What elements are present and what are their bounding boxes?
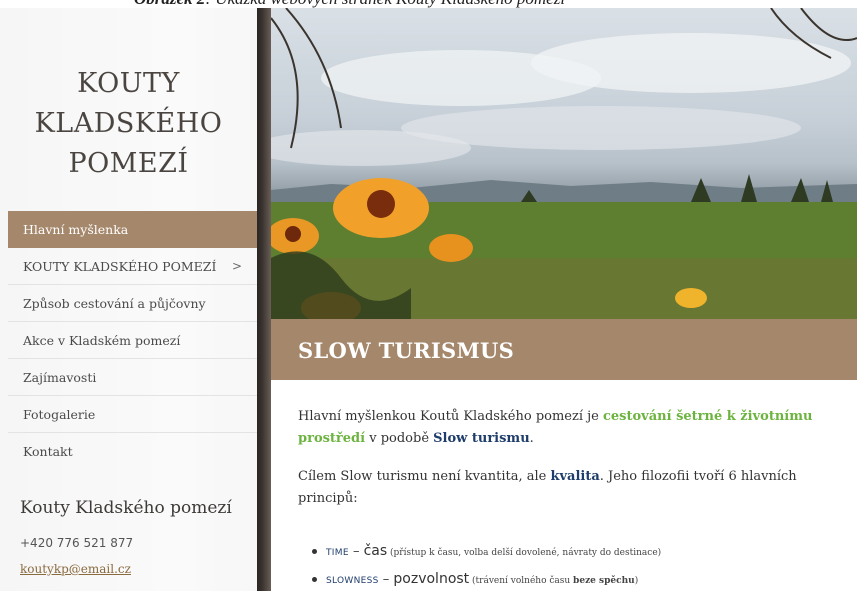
nav-item-fotogalerie[interactable]: Fotogalerie	[8, 396, 257, 433]
sidebar: KOUTY KLADSKÉHO POMEZÍ Hlavní myšlenka K…	[0, 8, 257, 591]
principle-keyword: SLOWNESS	[326, 576, 379, 586]
principle-item: SLOWNESS – pozvolnost (trávení volného č…	[280, 568, 857, 596]
main-nav: Hlavní myšlenka KOUTY KLADSKÉHO POMEZÍ >…	[8, 211, 257, 470]
nav-item-label: Kontakt	[23, 444, 73, 459]
contact-phone: +420 776 521 877	[20, 536, 134, 550]
site-title-line-1: KOUTY	[77, 68, 180, 99]
principle-note-bold: beze spěchu	[573, 576, 635, 586]
principle-dash: –	[378, 572, 394, 587]
nav-item-label: Fotogalerie	[23, 407, 96, 422]
caption-text: : Ukázka webových stránek Kouty Kladskéh…	[205, 0, 565, 8]
intro-text-2: v podobě	[365, 431, 434, 446]
contact-email-link[interactable]: koutykp@email.cz	[20, 562, 131, 576]
contact-heading: Kouty Kladského pomezí	[20, 498, 232, 518]
bullet-icon	[312, 549, 317, 554]
nav-item-kontakt[interactable]: Kontakt	[8, 433, 257, 470]
principle-dash: –	[348, 544, 364, 559]
nav-item-label: Akce v Kladském pomezí	[23, 333, 181, 348]
principle-item: TIME – čas (přístup k času, volba delší …	[280, 540, 857, 568]
principle-czech: čas	[363, 543, 388, 559]
bullet-icon	[312, 577, 317, 582]
nav-item-label: Způsob cestování a půjčovny	[23, 296, 206, 311]
chevron-right-icon: >	[231, 259, 242, 273]
site-title-line-3: POMEZÍ	[68, 148, 189, 179]
principle-note: (přístup k času, volba delší dovolené, n…	[387, 548, 662, 558]
nav-item-label: Zajímavosti	[23, 370, 97, 385]
nav-item-kouty-kladskeho-pomezi[interactable]: KOUTY KLADSKÉHO POMEZÍ >	[8, 248, 257, 285]
nav-item-label: Hlavní myšlenka	[23, 222, 129, 237]
nav-item-label: KOUTY KLADSKÉHO POMEZÍ	[23, 259, 217, 274]
intro-paragraph: Hlavní myšlenkou Koutů Kladského pomezí …	[298, 406, 838, 450]
landscape-photo	[271, 8, 857, 319]
nav-item-zpusob-cestovani[interactable]: Způsob cestování a půjčovny	[8, 285, 257, 322]
section-heading: SLOW TURISMUS	[298, 338, 515, 363]
figure-caption: Obrázek 2: Ukázka webových stránek Kouty…	[0, 0, 857, 8]
site-title[interactable]: KOUTY KLADSKÉHO POMEZÍ	[0, 64, 257, 184]
intro-text-3: .	[529, 431, 534, 446]
principle-keyword: TIME	[326, 548, 349, 558]
goal-text: Cílem Slow turismu není kvantita, ale	[298, 469, 551, 484]
site-title-line-2: KLADSKÉHO	[34, 108, 223, 139]
hero-image	[271, 8, 857, 319]
principle-note: (trávení volného času	[469, 576, 574, 586]
goal-paragraph: Cílem Slow turismu není kvantita, ale kv…	[298, 466, 838, 510]
nav-item-hlavni-myslenka[interactable]: Hlavní myšlenka	[8, 211, 257, 248]
highlight-slow-turismus: Slow turismu	[433, 431, 530, 446]
highlight-kvalita: kvalita	[550, 469, 600, 484]
intro-text: Hlavní myšlenkou Koutů Kladského pomezí …	[298, 409, 603, 424]
nav-item-akce[interactable]: Akce v Kladském pomezí	[8, 322, 257, 359]
sidebar-divider	[257, 8, 271, 591]
nav-item-zajimavosti[interactable]: Zajímavosti	[8, 359, 257, 396]
section-heading-band: SLOW TURISMUS	[271, 319, 857, 380]
main-content: Hlavní myšlenkou Koutů Kladského pomezí …	[298, 406, 838, 587]
caption-prefix: Obrázek 2	[134, 0, 205, 8]
principles-list: TIME – čas (přístup k času, volba delší …	[298, 540, 857, 596]
principle-note-end: )	[634, 576, 639, 586]
principle-czech: pozvolnost	[393, 571, 470, 587]
